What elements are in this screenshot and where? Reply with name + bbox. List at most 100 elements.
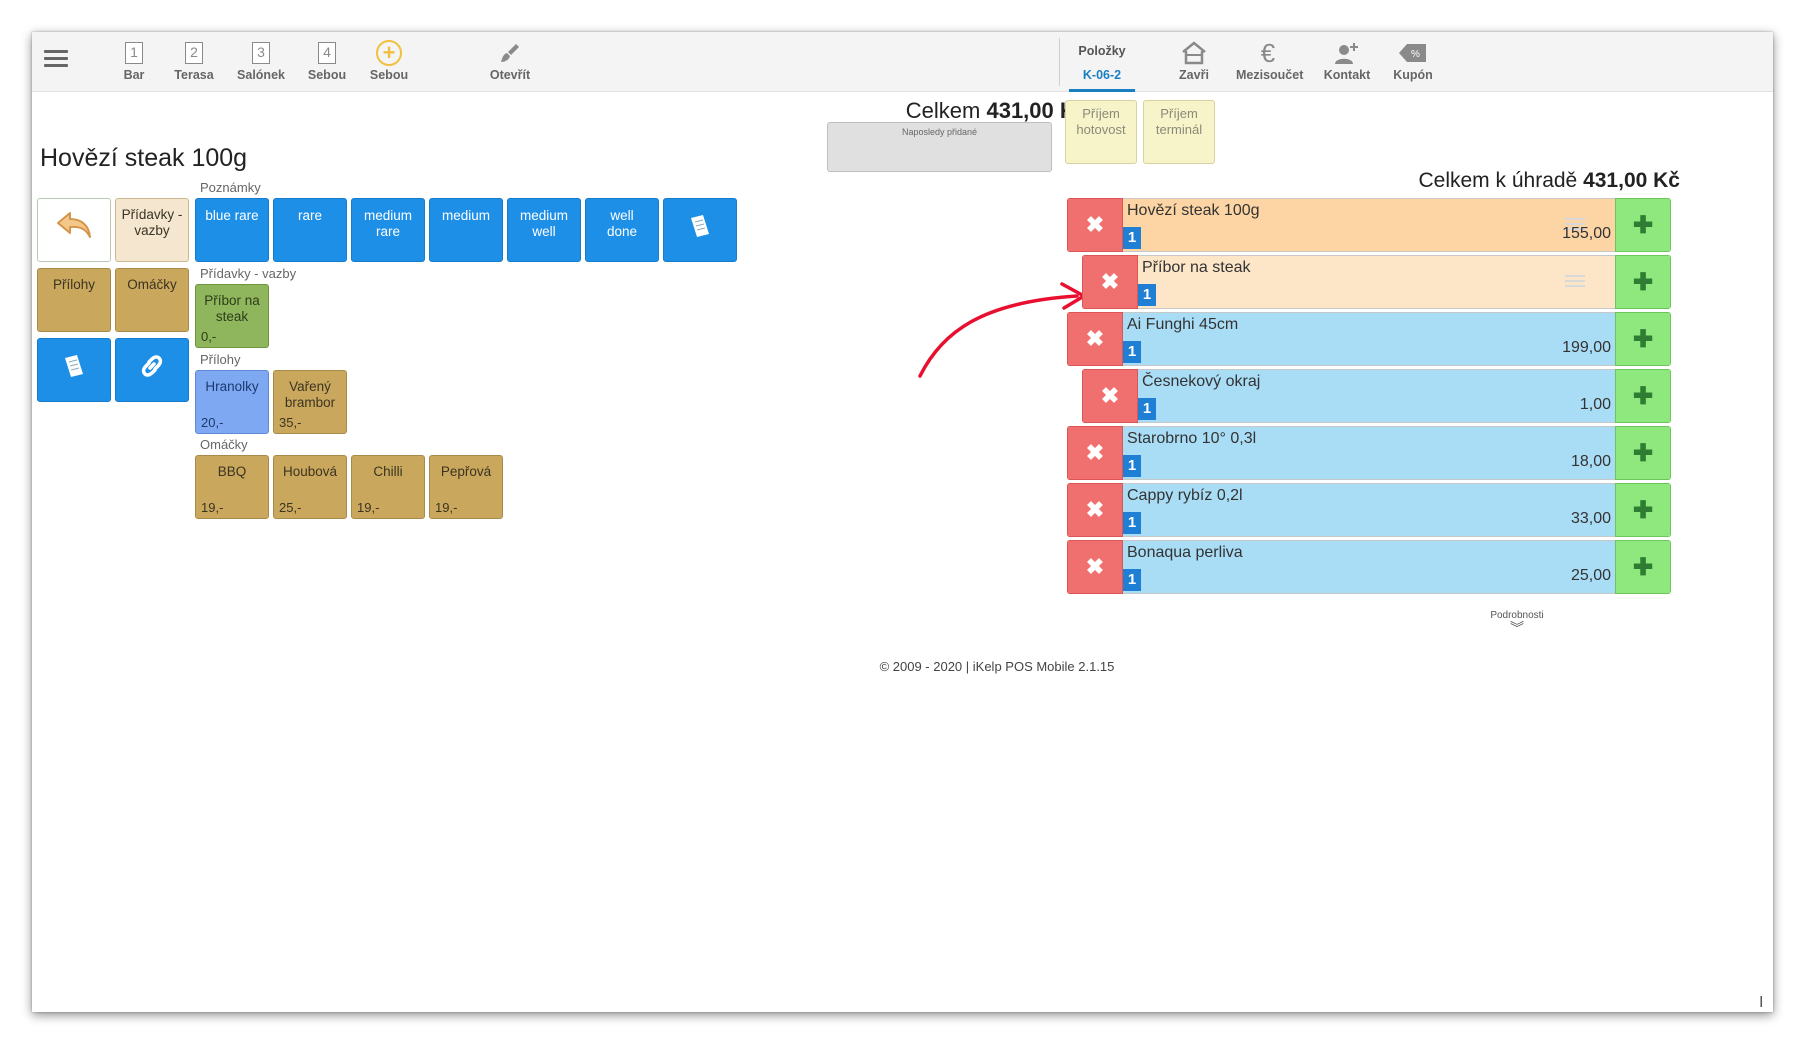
order-row[interactable]: ✖ Příbor na steak 1 ✚: [1082, 255, 1671, 309]
toolbar-terasa-button[interactable]: 2 Terasa: [162, 38, 226, 90]
link-icon: [141, 354, 163, 377]
details-toggle[interactable]: Podrobnosti ︾: [1472, 610, 1562, 636]
order-item-qty: 1: [1123, 569, 1141, 591]
order-row-body[interactable]: Příbor na steak 1: [1138, 255, 1615, 309]
tab-polozky-title: Položky: [1078, 44, 1126, 58]
order-row[interactable]: ✖ Hovězí steak 100g 1 155,00 ✚: [1067, 198, 1671, 252]
toolbar-salonek-label: Salónek: [237, 68, 285, 82]
selected-item-title: Hovězí steak 100g: [40, 144, 248, 172]
side-vareny-brambor[interactable]: Vařený brambor 35,-: [273, 370, 347, 434]
order-row[interactable]: ✖ Česnekový okraj 1 1,00 ✚: [1082, 369, 1671, 423]
order-row[interactable]: ✖ Starobrno 10° 0,3l 1 18,00 ✚: [1067, 426, 1671, 480]
link-button[interactable]: [115, 338, 189, 402]
note-button[interactable]: [37, 338, 111, 402]
addon-pribor-na-steak[interactable]: Příbor na steak 0,-: [195, 284, 269, 348]
brush-icon: [501, 44, 519, 62]
order-row[interactable]: ✖ Bonaqua perliva 1 25,00 ✚: [1067, 540, 1671, 594]
note-medium-rare[interactable]: medium rare: [351, 198, 425, 262]
order-row-body[interactable]: Cappy rybíz 0,2l 1 33,00: [1123, 483, 1615, 537]
side-hranolky[interactable]: Hranolky 20,-: [195, 370, 269, 434]
add-item-button[interactable]: ✚: [1615, 255, 1671, 309]
note-label: medium rare: [363, 208, 412, 239]
toolbar-new-sebou-button[interactable]: + Sebou: [357, 38, 421, 90]
order-row-body[interactable]: Bonaqua perliva 1 25,00: [1123, 540, 1615, 594]
sauce-houbova[interactable]: Houbová 25,-: [273, 455, 347, 519]
menu-icon[interactable]: [44, 46, 68, 76]
custom-note-button[interactable]: [663, 198, 737, 262]
note-medium[interactable]: medium: [429, 198, 503, 262]
toolbar-close-button[interactable]: Zavři: [1162, 38, 1226, 90]
note-label: blue rare: [205, 208, 259, 223]
tab-polozky[interactable]: Položky K-06-2: [1069, 32, 1135, 92]
category-pridavky-vazby[interactable]: Přídavky - vazby: [115, 198, 189, 262]
remove-item-button[interactable]: ✖: [1067, 483, 1123, 537]
terminal-payment-button[interactable]: Příjem terminál: [1143, 100, 1215, 164]
add-item-button[interactable]: ✚: [1615, 540, 1671, 594]
order-item-name: Česnekový okraj: [1142, 373, 1261, 390]
category-prilohy[interactable]: Přílohy: [37, 268, 111, 332]
order-item-qty: 1: [1123, 341, 1141, 363]
table-number-4-icon: 4: [318, 42, 336, 64]
drag-handle-icon[interactable]: [1565, 272, 1585, 288]
sauce-name: Pepřová: [440, 464, 492, 479]
sauce-peprova[interactable]: Pepřová 19,-: [429, 455, 503, 519]
remove-item-button[interactable]: ✖: [1067, 312, 1123, 366]
last-added-box[interactable]: Naposledy přidané: [827, 122, 1052, 172]
remove-item-button[interactable]: ✖: [1067, 540, 1123, 594]
category-omacky[interactable]: Omáčky: [115, 268, 189, 332]
remove-item-button[interactable]: ✖: [1067, 198, 1123, 252]
order-item-name: Hovězí steak 100g: [1127, 202, 1260, 219]
toolbar-coupon-button[interactable]: % Kupón: [1381, 38, 1445, 90]
toolbar-new-sebou-label: Sebou: [369, 68, 409, 82]
add-item-button[interactable]: ✚: [1615, 369, 1671, 423]
order-row-body[interactable]: Hovězí steak 100g 1 155,00: [1123, 198, 1615, 252]
add-item-button[interactable]: ✚: [1615, 483, 1671, 537]
toolbar-subtotal-button[interactable]: € Mezisoučet: [1236, 37, 1303, 90]
svg-text:%: %: [1411, 49, 1420, 60]
add-item-button[interactable]: ✚: [1615, 426, 1671, 480]
category-prilohy-label: Přílohy: [52, 277, 96, 292]
toolbar-salonek-button[interactable]: 3 Salónek: [229, 38, 293, 90]
sauce-chilli[interactable]: Chilli 19,-: [351, 455, 425, 519]
sauce-bbq[interactable]: BBQ 19,-: [195, 455, 269, 519]
order-item-name: Starobrno 10° 0,3l: [1127, 430, 1257, 447]
toolbar-open-label: Otevřít: [489, 68, 531, 82]
toolbar-contact-button[interactable]: Kontakt: [1315, 38, 1379, 90]
toolbar-bar-button[interactable]: 1 Bar: [102, 38, 166, 90]
sauce-price: 25,-: [279, 500, 302, 515]
sauce-name: Houbová: [282, 464, 338, 479]
add-item-button[interactable]: ✚: [1615, 198, 1671, 252]
note-medium-well[interactable]: medium well: [507, 198, 581, 262]
order-item-price: 155,00: [1562, 225, 1611, 242]
order-item-name: Bonaqua perliva: [1127, 544, 1243, 561]
order-row-body[interactable]: Česnekový okraj 1 1,00: [1138, 369, 1615, 423]
remove-item-button[interactable]: ✖: [1082, 369, 1138, 423]
toolbar-sebou-label: Sebou: [307, 68, 347, 82]
euro-icon: €: [1260, 37, 1276, 68]
order-row[interactable]: ✖ Cappy rybíz 0,2l 1 33,00 ✚: [1067, 483, 1671, 537]
cash-payment-button[interactable]: Příjem hotovost: [1065, 100, 1137, 164]
toolbar-contact-label: Kontakt: [1323, 68, 1371, 82]
order-row[interactable]: ✖ Ai Funghi 45cm 1 199,00 ✚: [1067, 312, 1671, 366]
note-well-done[interactable]: well done: [585, 198, 659, 262]
back-button[interactable]: [37, 198, 111, 262]
note-rare[interactable]: rare: [273, 198, 347, 262]
add-item-button[interactable]: ✚: [1615, 312, 1671, 366]
order-item-price: 25,00: [1570, 567, 1611, 584]
remove-item-button[interactable]: ✖: [1082, 255, 1138, 309]
side-price: 20,-: [201, 415, 224, 430]
top-toolbar: 1 Bar 2 Terasa 3 Salónek 4 Sebou + Sebou: [32, 32, 1773, 92]
order-total-label: Celkem: [905, 98, 981, 123]
double-chevron-down-icon: ︾: [1510, 620, 1524, 636]
table-number-1-icon: 1: [125, 42, 143, 64]
toolbar-sebou-button[interactable]: 4 Sebou: [295, 38, 359, 90]
remove-item-button[interactable]: ✖: [1067, 426, 1123, 480]
note-blue-rare[interactable]: blue rare: [195, 198, 269, 262]
amount-due-label: Celkem k úhradě: [1418, 169, 1578, 192]
order-row-body[interactable]: Ai Funghi 45cm 1 199,00: [1123, 312, 1615, 366]
section-poznamky-label: Poznámky: [200, 180, 261, 195]
toolbar-close-label: Zavři: [1179, 68, 1209, 82]
order-row-body[interactable]: Starobrno 10° 0,3l 1 18,00: [1123, 426, 1615, 480]
toolbar-open-button[interactable]: Otevřít: [478, 38, 542, 90]
amount-due-value: 431,00 Kč: [1583, 169, 1680, 192]
